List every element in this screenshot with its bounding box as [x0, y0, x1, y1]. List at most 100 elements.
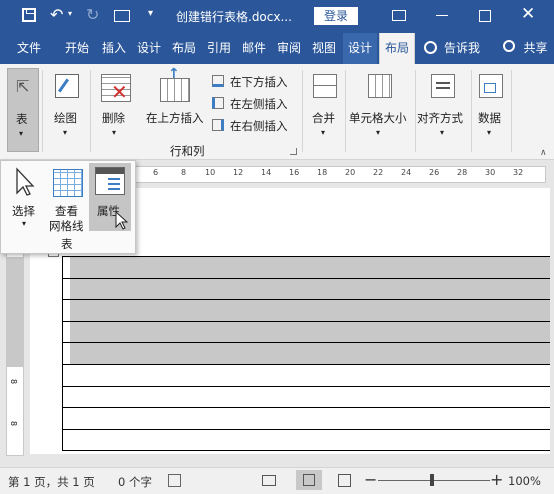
insert-left-icon [212, 97, 224, 109]
table-row[interactable] [62, 450, 550, 451]
maximize-icon[interactable] [479, 10, 491, 22]
insert-right-button[interactable]: 在右侧插入 [212, 117, 296, 135]
table-view-icon[interactable] [114, 10, 130, 22]
cell-size-button[interactable]: 单元格大小 ▾ [348, 68, 412, 150]
tab-insert[interactable]: 插入 [98, 33, 130, 64]
tab-mailings[interactable]: 邮件 [238, 33, 270, 64]
select-button[interactable]: 选择 ▾ [7, 165, 41, 231]
ruler-tick: 28 [457, 168, 468, 177]
chevron-down-icon: ▾ [487, 128, 492, 137]
merge-label: 合并 [312, 111, 335, 125]
tab-references[interactable]: 引用 [203, 33, 235, 64]
undo-dropdown-icon[interactable]: ▾ [68, 9, 72, 18]
chevron-down-icon: ▾ [112, 128, 117, 137]
tell-me-box[interactable]: 告诉我 [442, 33, 482, 64]
cell-size-label: 单元格大小 [349, 111, 407, 125]
status-bar: 第 1 页，共 1 页 0 个字 − + 100% [0, 467, 554, 494]
chevron-down-icon: ▾ [19, 129, 24, 138]
tab-home[interactable]: 开始 [60, 33, 94, 64]
title-bar: ↶ ▾ ↻ ▾ 创建错行表格.docx... 登录 ✕ [0, 0, 554, 33]
proofing-icon[interactable] [168, 474, 181, 487]
table-row[interactable] [62, 342, 550, 343]
table-selection[interactable] [70, 257, 550, 364]
chevron-down-icon: ▾ [22, 219, 27, 228]
table-row[interactable] [62, 407, 550, 408]
cursor-icon: ⇱ [16, 77, 30, 96]
table-row[interactable] [62, 429, 550, 430]
merge-button[interactable]: 合并 ▾ [308, 68, 342, 150]
close-icon[interactable]: ✕ [521, 4, 535, 24]
data-button[interactable]: 数据 ▾ [474, 68, 508, 150]
tab-file[interactable]: 文件 [6, 33, 52, 64]
insert-above-button[interactable]: ↑ 在上方插入 [142, 66, 208, 150]
tab-review[interactable]: 审阅 [273, 33, 305, 64]
tab-view[interactable]: 视图 [308, 33, 340, 64]
dialog-launcher-icon[interactable] [290, 148, 297, 155]
minimize-icon[interactable] [436, 15, 448, 16]
delete-button[interactable]: ✕ 删除 ▾ [96, 68, 136, 150]
ruler-tick: 32 [513, 168, 524, 177]
table-row[interactable] [62, 321, 550, 322]
vruler-mark: 8 [9, 420, 19, 427]
share-button[interactable]: 共享 [517, 33, 554, 64]
table-row[interactable] [62, 256, 550, 257]
table-left-border [62, 256, 63, 451]
collapse-ribbon-icon[interactable]: ∧ [540, 148, 547, 158]
draw-label: 绘图 [54, 111, 77, 125]
redo-icon[interactable]: ↻ [86, 5, 99, 24]
chevron-down-icon: ▾ [321, 128, 326, 137]
table-row[interactable] [62, 364, 550, 365]
ruler-tick: 24 [401, 168, 412, 177]
print-layout-icon[interactable] [296, 470, 322, 490]
tab-design[interactable]: 设计 [133, 33, 165, 64]
table-group-label: 表 [61, 237, 73, 251]
zoom-slider[interactable] [378, 480, 490, 481]
draw-button[interactable]: 绘图 ▾ [50, 68, 84, 150]
insert-below-label: 在下方插入 [230, 75, 288, 89]
view-gridlines-button[interactable]: 查看 网格线 [47, 165, 87, 233]
undo-icon[interactable]: ↶ [50, 5, 63, 24]
arrow-cursor-icon [16, 167, 35, 196]
ruler-tick: 30 [485, 168, 496, 177]
ruler-tick: 12 [233, 168, 244, 177]
arrow-up-icon: ↑ [168, 66, 180, 82]
zoom-thumb[interactable] [430, 474, 434, 486]
table-row[interactable] [62, 386, 550, 387]
share-person-icon [503, 40, 515, 52]
alignment-label: 对齐方式 [417, 111, 463, 125]
table-row[interactable] [62, 299, 550, 300]
ruler-tick: 14 [261, 168, 272, 177]
chevron-down-icon: ▾ [376, 128, 381, 137]
gridlines-label-2: 网格线 [49, 219, 84, 233]
mouse-cursor-icon [115, 211, 129, 230]
customize-qat-icon[interactable]: ▾ [148, 8, 153, 19]
table-row[interactable] [62, 278, 550, 279]
merge-cells-icon [313, 74, 337, 98]
zoom-out-icon[interactable]: − [364, 470, 377, 489]
read-mode-icon[interactable] [262, 475, 276, 486]
document-title: 创建错行表格.docx... [176, 10, 292, 24]
insert-below-button[interactable]: 在下方插入 [212, 73, 296, 91]
login-button[interactable]: 登录 [314, 7, 358, 25]
vruler-mark: 8 [9, 378, 19, 385]
web-layout-icon[interactable] [338, 474, 351, 487]
properties-button[interactable]: 属性 [89, 163, 131, 231]
ribbon-tab-bar: 文件 开始 插入 设计 布局 引用 邮件 审阅 视图 设计 布局 告诉我 共享 [0, 33, 554, 64]
cell-size-icon [368, 74, 392, 98]
table-dropdown-panel: 选择 ▾ 查看 网格线 属性 表 [0, 160, 136, 254]
zoom-level[interactable]: 100% [508, 474, 541, 488]
tab-table-design[interactable]: 设计 [343, 33, 377, 64]
word-count[interactable]: 0 个字 [118, 474, 152, 490]
insert-left-button[interactable]: 在左侧插入 [212, 95, 296, 113]
zoom-in-icon[interactable]: + [490, 470, 503, 489]
ruler-tick: 6 [153, 168, 159, 177]
save-icon[interactable] [22, 8, 36, 22]
page-info[interactable]: 第 1 页，共 1 页 [8, 474, 95, 490]
insert-left-label: 在左侧插入 [230, 97, 288, 111]
tab-table-layout[interactable]: 布局 [379, 33, 415, 64]
table-button[interactable]: ⇱ 表 ▾ [7, 68, 39, 152]
insert-above-label: 在上方插入 [146, 111, 204, 125]
tab-layout[interactable]: 布局 [168, 33, 200, 64]
ribbon-options-icon[interactable] [392, 10, 406, 21]
alignment-button[interactable]: 对齐方式 ▾ [417, 68, 469, 150]
